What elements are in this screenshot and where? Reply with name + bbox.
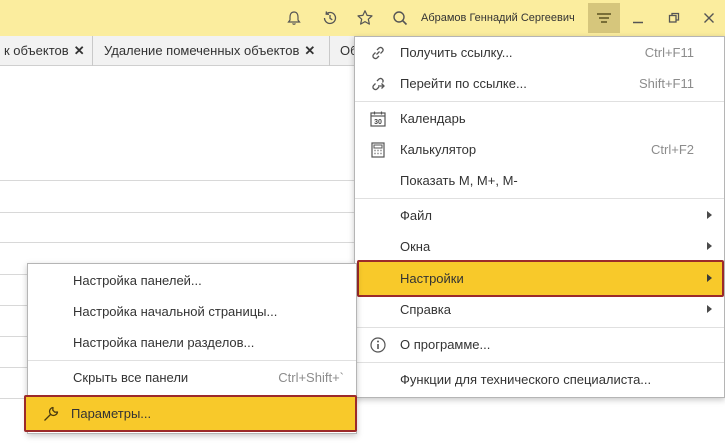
menu-item-about[interactable]: О программе...: [355, 329, 724, 360]
grid-line: [0, 180, 355, 181]
menu-item-windows[interactable]: Окна: [355, 231, 724, 262]
grid-line: [0, 242, 355, 243]
user-name[interactable]: Абрамов Геннадий Сергеевич: [421, 0, 575, 36]
grid-line: [0, 305, 28, 306]
menu-item-label: Файл: [400, 208, 432, 223]
tab-label: к объектов: [4, 43, 69, 58]
grid-line: [0, 367, 28, 368]
submenu-item-label: Настройка начальной страницы...: [73, 304, 278, 319]
close-tab-icon[interactable]: ✕: [304, 43, 315, 58]
tab-divider: [92, 36, 93, 66]
submenu-item-shortcut: Ctrl+Shift+`: [278, 370, 344, 385]
menu-item-go-to-link[interactable]: Перейти по ссылке... Shift+F11: [355, 68, 724, 99]
submenu-item-hide-all-panels[interactable]: Скрыть все панели Ctrl+Shift+`: [28, 363, 356, 393]
go-to-link-icon: [369, 75, 387, 93]
submenu-item-panel-settings[interactable]: Настройка панелей...: [28, 266, 356, 296]
settings-submenu: Настройка панелей... Настройка начальной…: [24, 263, 357, 434]
grid-line: [0, 274, 28, 275]
close-tab-icon[interactable]: ✕: [74, 43, 85, 58]
menu-item-label: О программе...: [400, 337, 491, 352]
wrench-icon: [42, 405, 60, 423]
tab-label: Удаление помеченных объектов: [104, 43, 300, 58]
submenu-arrow-icon: [707, 274, 712, 282]
menu-item-tech-functions[interactable]: Функции для технического специалиста...: [355, 364, 724, 395]
menu-separator: [28, 360, 356, 361]
menu-item-show-memory[interactable]: Показать M, M+, M-: [355, 165, 724, 196]
menu-item-shortcut: Ctrl+F2: [651, 142, 694, 157]
close-icon[interactable]: [697, 3, 721, 33]
submenu-arrow-icon: [707, 305, 712, 313]
menu-item-help[interactable]: Справка: [355, 294, 724, 325]
submenu-arrow-icon: [707, 211, 712, 219]
search-icon[interactable]: [386, 3, 414, 33]
calculator-icon: [369, 141, 387, 159]
menu-item-label: Календарь: [400, 111, 466, 126]
menu-separator: [355, 327, 724, 328]
hamburger-menu-icon[interactable]: [588, 3, 620, 33]
menu-item-label: Показать M, M+, M-: [400, 173, 518, 188]
submenu-item-home-page-settings[interactable]: Настройка начальной страницы...: [28, 297, 356, 327]
menu-item-label: Получить ссылку...: [400, 45, 513, 60]
star-icon[interactable]: [351, 3, 379, 33]
bell-icon[interactable]: [280, 3, 308, 33]
main-menu: Получить ссылку... Ctrl+F11 Перейти по с…: [354, 36, 725, 398]
menu-item-file[interactable]: Файл: [355, 200, 724, 231]
submenu-arrow-icon: [707, 242, 712, 250]
menu-item-label: Калькулятор: [400, 142, 477, 157]
menu-separator: [355, 198, 724, 199]
menu-item-get-link[interactable]: Получить ссылку... Ctrl+F11: [355, 37, 724, 68]
menu-item-label: Окна: [400, 239, 431, 254]
menu-item-calendar[interactable]: 30 Календарь: [355, 103, 724, 134]
link-icon: [369, 44, 387, 62]
submenu-item-label: Параметры...: [71, 406, 152, 421]
menu-item-shortcut: Shift+F11: [638, 76, 694, 91]
menu-item-settings[interactable]: Настройки: [357, 260, 724, 297]
menu-item-label: Настройки: [400, 271, 464, 286]
submenu-item-label: Скрыть все панели: [73, 370, 189, 385]
submenu-item-label: Настройка панелей...: [73, 273, 202, 288]
tab-objects[interactable]: к объектов ✕: [4, 36, 92, 66]
menu-separator: [355, 362, 724, 363]
calendar-icon-date: 30: [374, 119, 382, 126]
menu-item-label: Функции для технического специалиста...: [400, 372, 652, 387]
calendar-icon: 30: [369, 110, 387, 128]
tab-divider: [329, 36, 330, 66]
history-icon[interactable]: [316, 3, 344, 33]
submenu-item-label: Настройка панели разделов...: [73, 335, 255, 350]
menu-item-label: Перейти по ссылке...: [400, 76, 527, 91]
minimize-icon[interactable]: [626, 3, 650, 33]
tab-delete-marked-objects[interactable]: Удаление помеченных объектов ✕: [104, 36, 326, 66]
menu-separator: [355, 101, 724, 102]
menu-item-shortcut: Ctrl+F11: [644, 45, 694, 60]
submenu-item-parameters[interactable]: Параметры...: [24, 395, 357, 432]
menu-item-label: Справка: [400, 302, 451, 317]
grid-line: [0, 212, 355, 213]
menu-item-calculator[interactable]: Калькулятор Ctrl+F2: [355, 134, 724, 165]
grid-line: [0, 336, 28, 337]
restore-icon[interactable]: [662, 3, 686, 33]
submenu-item-sections-panel-settings[interactable]: Настройка панели разделов...: [28, 328, 356, 358]
info-icon: [369, 336, 387, 354]
